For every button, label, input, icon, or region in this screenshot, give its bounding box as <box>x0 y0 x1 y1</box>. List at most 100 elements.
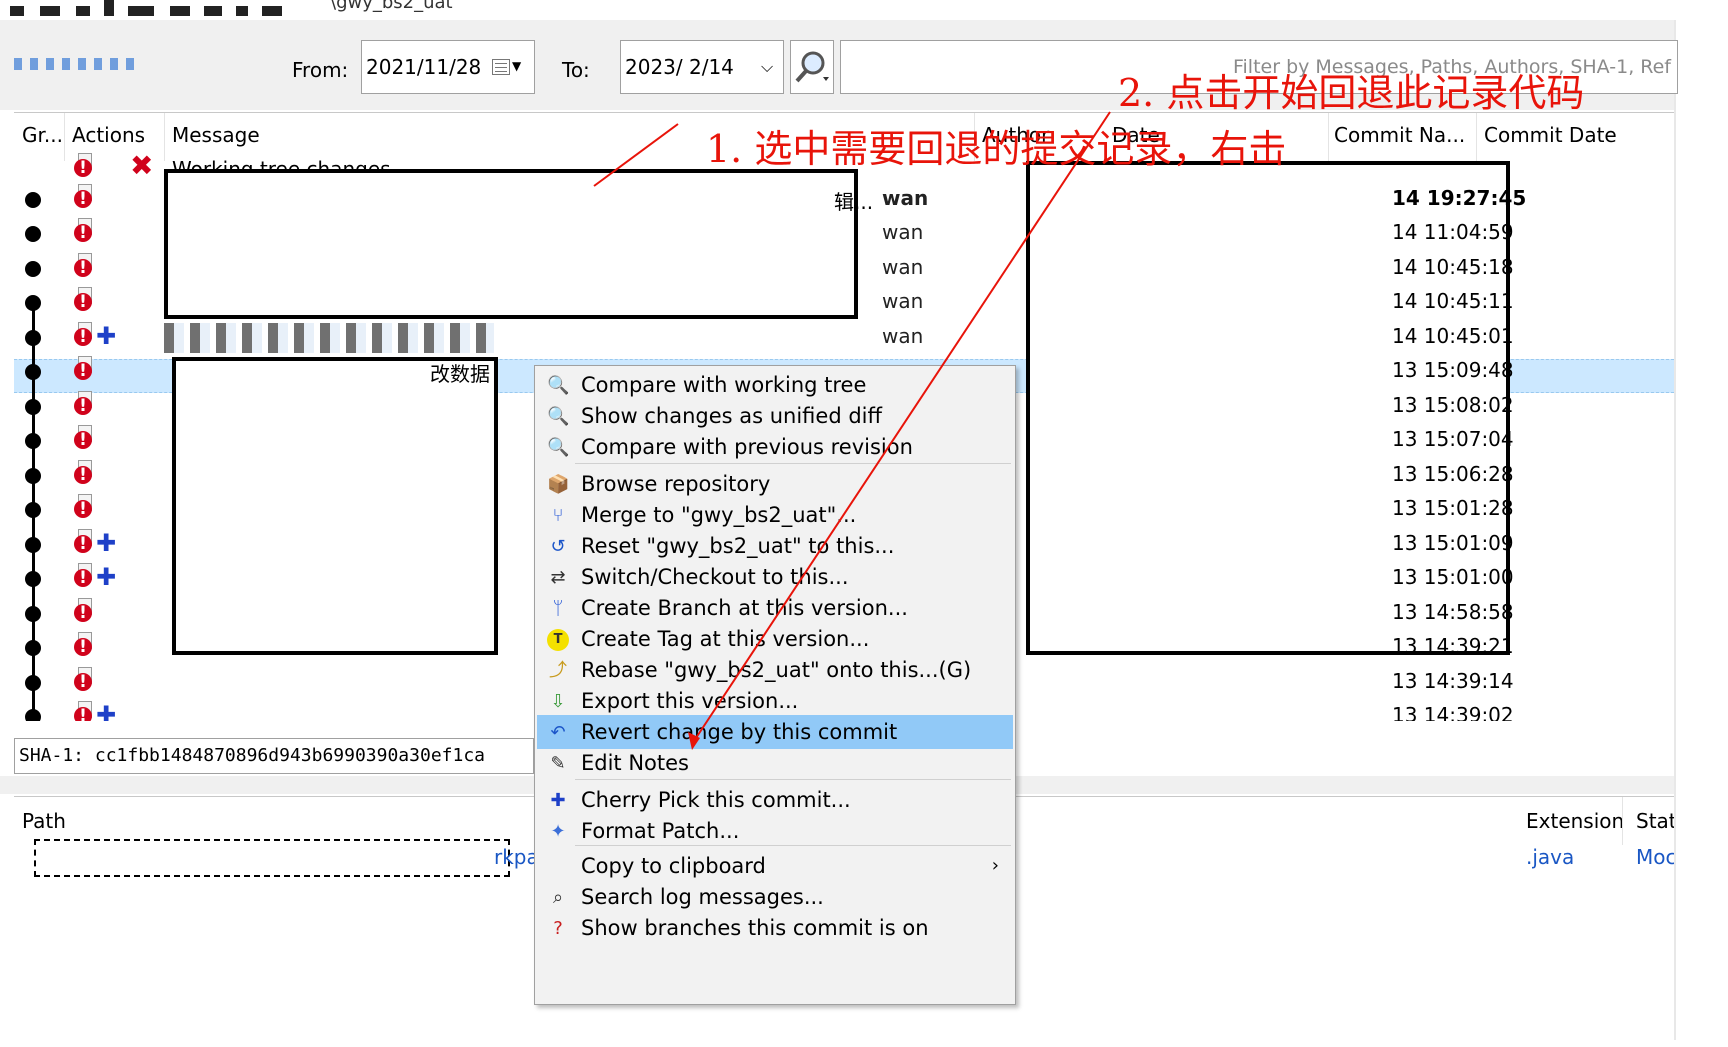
modified-icon: ! <box>74 431 92 449</box>
table-row-commit-date[interactable]: 14 19:27:45 <box>1392 186 1526 210</box>
modified-icon: ! <box>74 707 92 721</box>
table-row-author[interactable]: wan <box>882 220 923 244</box>
column-header-actions[interactable]: Actions <box>72 123 145 147</box>
menu-item-create-branch-at-this-version[interactable]: ᛘ Create Branch at this version... <box>537 591 1013 625</box>
menu-item-compare-with-previous-revision[interactable]: 🔍 Compare with previous revision <box>537 430 1013 464</box>
table-row-commit-date[interactable]: 14 10:45:18 <box>1392 255 1514 279</box>
table-row-commit-date[interactable]: 13 15:01:00 <box>1392 565 1514 589</box>
menu-item-label: Merge to "gwy_bs2_uat"... <box>581 503 857 527</box>
column-header-status[interactable]: Statu <box>1636 809 1674 833</box>
menu-item-search-log-messages[interactable]: ⌕ Search log messages... <box>537 880 1013 914</box>
column-header-message[interactable]: Message <box>172 123 260 147</box>
table-row-commit-date[interactable]: 13 15:09:48 <box>1392 358 1514 382</box>
menu-item-create-tag-at-this-version[interactable]: T Create Tag at this version... <box>537 622 1013 656</box>
sha-display[interactable]: SHA-1: cc1fbb1484870896d943b6990390a30ef… <box>14 738 534 774</box>
search-filter-button[interactable] <box>790 40 834 94</box>
title-redaction <box>204 6 222 16</box>
graph-node <box>25 605 41 622</box>
menu-item-label: Revert change by this commit <box>581 720 898 744</box>
menu-item-copy-to-clipboard[interactable]: Copy to clipboard › <box>537 849 1013 883</box>
menu-item-edit-notes[interactable]: ✎ Edit Notes <box>537 746 1013 780</box>
modified-icon: ! <box>74 465 92 484</box>
column-header-graph[interactable]: Gr... <box>22 123 63 147</box>
menu-item-label: Edit Notes <box>581 751 689 775</box>
modified-icon: ! <box>74 258 92 277</box>
chevron-down-icon[interactable]: ⌵ <box>761 41 773 93</box>
context-menu: 🔍 Compare with working tree 🔍 Show changes … <box>534 365 1016 1005</box>
table-row-commit-date[interactable]: 13 14:39:21 <box>1392 634 1514 658</box>
menu-item-label: Search log messages... <box>581 885 824 909</box>
table-row-commit-date[interactable]: 13 15:08:02 <box>1392 393 1514 417</box>
menu-item-format-patch[interactable]: ✦ Format Patch... <box>537 814 1013 848</box>
export-icon: ⇩ <box>550 691 566 712</box>
table-row-commit-date[interactable]: 13 14:39:02 <box>1392 703 1514 721</box>
title-redaction <box>76 6 90 16</box>
menu-item-label: Browse repository <box>581 472 771 496</box>
branch-icon: ᛘ <box>552 598 564 619</box>
from-label: From: <box>292 58 349 82</box>
table-row-author[interactable]: wan <box>882 324 923 348</box>
modified-icon: ! <box>74 159 92 177</box>
notes-icon: ✎ <box>550 753 566 774</box>
calendar-icon[interactable] <box>492 59 510 75</box>
menu-item-export-this-version[interactable]: ⇩ Export this version... <box>537 684 1013 718</box>
table-row-commit-date[interactable]: 13 14:39:14 <box>1392 669 1514 693</box>
menu-item-label: Show changes as unified diff <box>581 404 882 428</box>
menu-item-label: Cherry Pick this commit... <box>581 788 851 812</box>
menu-item-show-branches-this-commit-is-on[interactable]: ? Show branches this commit is on <box>537 911 1013 945</box>
menu-item-show-changes-as-unified-diff[interactable]: 🔍 Show changes as unified diff <box>537 399 1013 433</box>
table-row-commit-date[interactable]: 13 15:07:04 <box>1392 427 1514 451</box>
table-row-author[interactable]: wan <box>882 255 923 279</box>
file-path[interactable]: rkpa <box>494 845 539 869</box>
tag-icon: T <box>547 629 569 651</box>
menu-item-label: Copy to clipboard <box>581 854 766 878</box>
column-header-extension[interactable]: Extension <box>1526 809 1624 833</box>
annotation-step2: 2. 点击开始回退此记录代码 <box>1118 71 1585 115</box>
table-row-message[interactable]: 辑... <box>834 186 873 215</box>
column-header-commit-name[interactable]: Commit Na... <box>1334 123 1465 147</box>
menu-item-revert-change-by-this-commit[interactable]: ↶ Revert change by this commit <box>537 715 1013 749</box>
table-row-commit-date[interactable]: 13 14:58:58 <box>1392 600 1514 624</box>
menu-item-cherry-pick-this-commit[interactable]: ✚ Cherry Pick this commit... <box>537 783 1013 817</box>
modified-icon: ! <box>74 396 92 415</box>
graph-node <box>25 640 41 656</box>
menu-item-switch-checkout-to-this[interactable]: ⇄ Switch/Checkout to this... <box>537 560 1013 594</box>
to-date-value: 2023/ 2/14 <box>625 55 734 79</box>
graph-node <box>25 398 41 415</box>
column-header-path[interactable]: Path <box>22 809 66 833</box>
file-extension: .java <box>1526 845 1575 869</box>
repository-icon: 📦 <box>547 474 570 495</box>
from-date-value: 2021/11/28 <box>366 55 482 79</box>
table-row-commit-date[interactable]: 13 15:01:28 <box>1392 496 1514 520</box>
menu-item-compare-with-working-tree[interactable]: 🔍 Compare with working tree <box>537 368 1013 402</box>
redaction-box <box>172 357 498 655</box>
graph-node <box>25 226 41 242</box>
table-row-commit-date[interactable]: 14 10:45:11 <box>1392 289 1514 313</box>
table-row-commit-date[interactable]: 13 15:06:28 <box>1392 462 1514 486</box>
menu-item-merge-to-gwy-bs2-uat[interactable]: ⑂ Merge to "gwy_bs2_uat"... <box>537 498 1013 532</box>
delete-icon: ✖ <box>130 149 154 182</box>
from-date-picker[interactable]: 2021/11/28 ▼ <box>361 40 535 94</box>
dropdown-arrow-icon[interactable]: ▼ <box>512 40 521 92</box>
added-icon: ✚ <box>96 321 117 350</box>
column-header-commit-date[interactable]: Commit Date <box>1484 123 1617 147</box>
table-row-commit-date[interactable]: 14 11:04:59 <box>1392 220 1514 244</box>
table-row-author[interactable]: wan <box>882 186 928 210</box>
table-row-message[interactable]: 改数据 <box>430 358 490 387</box>
title-redaction <box>10 6 24 16</box>
to-date-picker[interactable]: 2023/ 2/14 ⌵ <box>620 40 784 94</box>
branch-link-redacted[interactable] <box>14 58 134 70</box>
modified-icon: ! <box>74 569 92 587</box>
graph-node <box>25 536 41 553</box>
menu-separator <box>575 779 1011 780</box>
table-row-commit-date[interactable]: 14 10:45:01 <box>1392 324 1514 348</box>
menu-separator <box>575 463 1011 464</box>
column-divider <box>1476 113 1477 161</box>
magnifier-icon: 🔍 <box>547 406 570 427</box>
table-row-author[interactable]: wan <box>882 289 923 313</box>
menu-item-reset-gwy-bs2-uat-to-this[interactable]: ↺ Reset "gwy_bs2_uat" to this... <box>537 529 1013 563</box>
menu-item-browse-repository[interactable]: 📦 Browse repository <box>537 467 1013 501</box>
menu-item-rebase-gwy-bs2-uat-onto-this-g[interactable]: ⤴ Rebase "gwy_bs2_uat" onto this...(G) <box>537 653 1013 687</box>
pixelated-text <box>164 323 494 353</box>
table-row-commit-date[interactable]: 13 15:01:09 <box>1392 531 1514 555</box>
